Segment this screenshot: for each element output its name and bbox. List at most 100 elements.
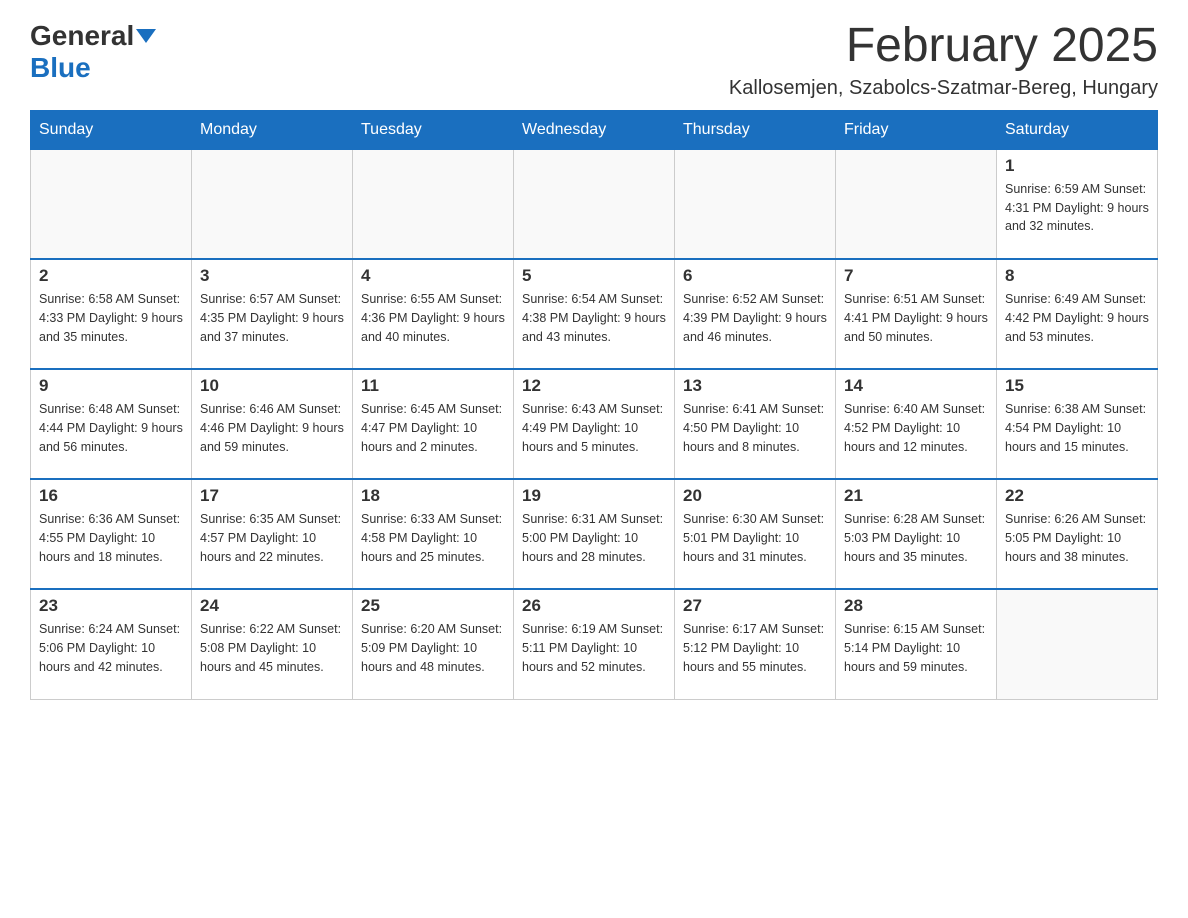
day-number: 28 <box>844 596 988 616</box>
day-info: Sunrise: 6:58 AM Sunset: 4:33 PM Dayligh… <box>39 290 183 346</box>
day-info: Sunrise: 6:28 AM Sunset: 5:03 PM Dayligh… <box>844 510 988 566</box>
day-number: 10 <box>200 376 344 396</box>
day-number: 5 <box>522 266 666 286</box>
day-number: 20 <box>683 486 827 506</box>
day-info: Sunrise: 6:36 AM Sunset: 4:55 PM Dayligh… <box>39 510 183 566</box>
table-row: 25 Sunrise: 6:20 AM Sunset: 5:09 PM Dayli… <box>353 589 514 699</box>
day-number: 1 <box>1005 156 1149 176</box>
day-number: 8 <box>1005 266 1149 286</box>
table-row: 8 Sunrise: 6:49 AM Sunset: 4:42 PM Daylig… <box>997 259 1158 369</box>
table-row: 9 Sunrise: 6:48 AM Sunset: 4:44 PM Daylig… <box>31 369 192 479</box>
table-row <box>192 149 353 259</box>
day-info: Sunrise: 6:43 AM Sunset: 4:49 PM Dayligh… <box>522 400 666 456</box>
table-row <box>514 149 675 259</box>
day-number: 6 <box>683 266 827 286</box>
day-number: 19 <box>522 486 666 506</box>
table-row: 16 Sunrise: 6:36 AM Sunset: 4:55 PM Dayli… <box>31 479 192 589</box>
day-number: 27 <box>683 596 827 616</box>
day-info: Sunrise: 6:41 AM Sunset: 4:50 PM Dayligh… <box>683 400 827 456</box>
day-number: 16 <box>39 486 183 506</box>
day-info: Sunrise: 6:54 AM Sunset: 4:38 PM Dayligh… <box>522 290 666 346</box>
table-row: 10 Sunrise: 6:46 AM Sunset: 4:46 PM Dayli… <box>192 369 353 479</box>
day-info: Sunrise: 6:49 AM Sunset: 4:42 PM Dayligh… <box>1005 290 1149 346</box>
weekday-header-row: Sunday Monday Tuesday Wednesday Thursday… <box>31 110 1158 149</box>
logo-arrow-icon <box>136 29 156 43</box>
header-friday: Friday <box>836 110 997 149</box>
table-row: 27 Sunrise: 6:17 AM Sunset: 5:12 PM Dayli… <box>675 589 836 699</box>
day-info: Sunrise: 6:59 AM Sunset: 4:31 PM Dayligh… <box>1005 180 1149 236</box>
header-sunday: Sunday <box>31 110 192 149</box>
logo-blue-text: Blue <box>30 52 91 84</box>
location-title: Kallosemjen, Szabolcs-Szatmar-Bereg, Hun… <box>729 77 1158 100</box>
day-info: Sunrise: 6:17 AM Sunset: 5:12 PM Dayligh… <box>683 620 827 676</box>
day-number: 22 <box>1005 486 1149 506</box>
table-row: 26 Sunrise: 6:19 AM Sunset: 5:11 PM Dayli… <box>514 589 675 699</box>
table-row: 18 Sunrise: 6:33 AM Sunset: 4:58 PM Dayli… <box>353 479 514 589</box>
day-info: Sunrise: 6:30 AM Sunset: 5:01 PM Dayligh… <box>683 510 827 566</box>
day-info: Sunrise: 6:45 AM Sunset: 4:47 PM Dayligh… <box>361 400 505 456</box>
day-number: 9 <box>39 376 183 396</box>
table-row: 4 Sunrise: 6:55 AM Sunset: 4:36 PM Daylig… <box>353 259 514 369</box>
table-row: 21 Sunrise: 6:28 AM Sunset: 5:03 PM Dayli… <box>836 479 997 589</box>
day-number: 21 <box>844 486 988 506</box>
day-number: 7 <box>844 266 988 286</box>
calendar-week-row: 9 Sunrise: 6:48 AM Sunset: 4:44 PM Daylig… <box>31 369 1158 479</box>
table-row: 13 Sunrise: 6:41 AM Sunset: 4:50 PM Dayli… <box>675 369 836 479</box>
table-row <box>353 149 514 259</box>
day-info: Sunrise: 6:55 AM Sunset: 4:36 PM Dayligh… <box>361 290 505 346</box>
table-row: 1 Sunrise: 6:59 AM Sunset: 4:31 PM Daylig… <box>997 149 1158 259</box>
day-number: 18 <box>361 486 505 506</box>
calendar-week-row: 1 Sunrise: 6:59 AM Sunset: 4:31 PM Daylig… <box>31 149 1158 259</box>
day-number: 11 <box>361 376 505 396</box>
day-info: Sunrise: 6:26 AM Sunset: 5:05 PM Dayligh… <box>1005 510 1149 566</box>
day-number: 15 <box>1005 376 1149 396</box>
calendar-table: Sunday Monday Tuesday Wednesday Thursday… <box>30 110 1158 700</box>
table-row: 2 Sunrise: 6:58 AM Sunset: 4:33 PM Daylig… <box>31 259 192 369</box>
day-number: 2 <box>39 266 183 286</box>
day-number: 4 <box>361 266 505 286</box>
day-info: Sunrise: 6:52 AM Sunset: 4:39 PM Dayligh… <box>683 290 827 346</box>
day-info: Sunrise: 6:22 AM Sunset: 5:08 PM Dayligh… <box>200 620 344 676</box>
day-info: Sunrise: 6:20 AM Sunset: 5:09 PM Dayligh… <box>361 620 505 676</box>
title-block: February 2025 Kallosemjen, Szabolcs-Szat… <box>729 20 1158 100</box>
table-row: 15 Sunrise: 6:38 AM Sunset: 4:54 PM Dayli… <box>997 369 1158 479</box>
table-row: 5 Sunrise: 6:54 AM Sunset: 4:38 PM Daylig… <box>514 259 675 369</box>
table-row: 23Sunrise: 6:24 AM Sunset: 5:06 PM Dayli… <box>31 589 192 699</box>
day-info: Sunrise: 6:51 AM Sunset: 4:41 PM Dayligh… <box>844 290 988 346</box>
logo-general-text: General <box>30 20 134 52</box>
day-number: 3 <box>200 266 344 286</box>
day-info: Sunrise: 6:31 AM Sunset: 5:00 PM Dayligh… <box>522 510 666 566</box>
day-info: Sunrise: 6:19 AM Sunset: 5:11 PM Dayligh… <box>522 620 666 676</box>
table-row <box>31 149 192 259</box>
table-row: 17Sunrise: 6:35 AM Sunset: 4:57 PM Dayli… <box>192 479 353 589</box>
day-number: 25 <box>361 596 505 616</box>
table-row: 22 Sunrise: 6:26 AM Sunset: 5:05 PM Dayli… <box>997 479 1158 589</box>
table-row: 3 Sunrise: 6:57 AM Sunset: 4:35 PM Daylig… <box>192 259 353 369</box>
table-row <box>675 149 836 259</box>
day-number: 13 <box>683 376 827 396</box>
day-number: 26 <box>522 596 666 616</box>
day-info: Sunrise: 6:46 AM Sunset: 4:46 PM Dayligh… <box>200 400 344 456</box>
day-info: Sunrise: 6:57 AM Sunset: 4:35 PM Dayligh… <box>200 290 344 346</box>
table-row: 20 Sunrise: 6:30 AM Sunset: 5:01 PM Dayli… <box>675 479 836 589</box>
header-monday: Monday <box>192 110 353 149</box>
page-header: General Blue February 2025 Kallosemjen, … <box>30 20 1158 100</box>
day-info: Sunrise: 6:35 AM Sunset: 4:57 PM Dayligh… <box>200 510 344 566</box>
day-info: Sunrise: 6:48 AM Sunset: 4:44 PM Dayligh… <box>39 400 183 456</box>
header-thursday: Thursday <box>675 110 836 149</box>
calendar-week-row: 2 Sunrise: 6:58 AM Sunset: 4:33 PM Daylig… <box>31 259 1158 369</box>
table-row <box>836 149 997 259</box>
header-tuesday: Tuesday <box>353 110 514 149</box>
table-row: 6 Sunrise: 6:52 AM Sunset: 4:39 PM Daylig… <box>675 259 836 369</box>
day-number: 23 <box>39 596 183 616</box>
day-info: Sunrise: 6:15 AM Sunset: 5:14 PM Dayligh… <box>844 620 988 676</box>
day-info: Sunrise: 6:38 AM Sunset: 4:54 PM Dayligh… <box>1005 400 1149 456</box>
table-row: 11 Sunrise: 6:45 AM Sunset: 4:47 PM Dayli… <box>353 369 514 479</box>
day-info: Sunrise: 6:33 AM Sunset: 4:58 PM Dayligh… <box>361 510 505 566</box>
header-saturday: Saturday <box>997 110 1158 149</box>
table-row: 7 Sunrise: 6:51 AM Sunset: 4:41 PM Daylig… <box>836 259 997 369</box>
table-row: 28 Sunrise: 6:15 AM Sunset: 5:14 PM Dayli… <box>836 589 997 699</box>
calendar-week-row: 23Sunrise: 6:24 AM Sunset: 5:06 PM Dayli… <box>31 589 1158 699</box>
table-row: 24Sunrise: 6:22 AM Sunset: 5:08 PM Dayli… <box>192 589 353 699</box>
day-number: 14 <box>844 376 988 396</box>
